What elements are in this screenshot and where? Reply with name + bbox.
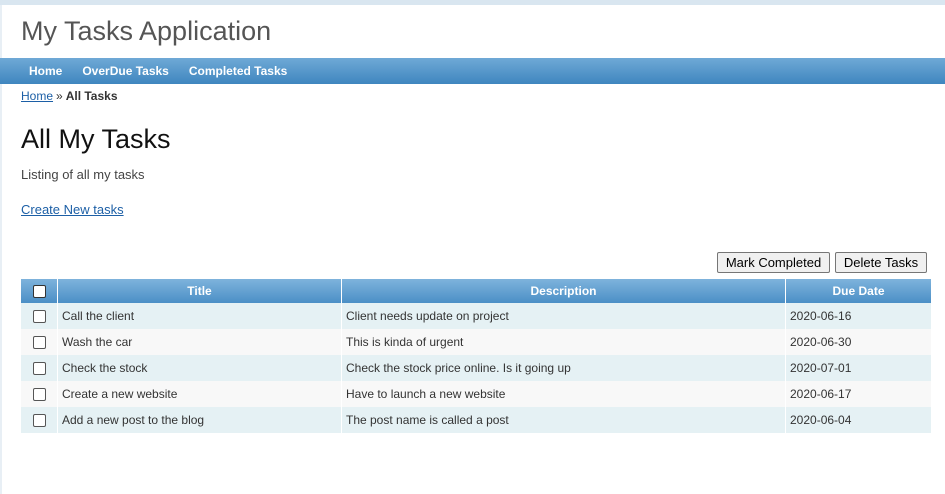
task-description: Have to launch a new website bbox=[341, 381, 786, 407]
create-new-tasks-link[interactable]: Create New tasks bbox=[21, 202, 124, 217]
task-due-date: 2020-06-30 bbox=[785, 329, 931, 355]
task-description: Client needs update on project bbox=[341, 303, 786, 329]
task-due-date: 2020-06-04 bbox=[785, 407, 931, 433]
task-title: Wash the car bbox=[57, 329, 342, 355]
row-select-cell bbox=[21, 355, 58, 381]
task-title: Create a new website bbox=[57, 381, 342, 407]
task-description: The post name is called a post bbox=[341, 407, 786, 433]
nav-item-home[interactable]: Home bbox=[29, 64, 62, 78]
task-due-date: 2020-06-17 bbox=[785, 381, 931, 407]
row-checkbox[interactable] bbox=[32, 414, 46, 428]
select-all-checkbox[interactable] bbox=[32, 285, 46, 299]
table-row: Create a new website Have to launch a ne… bbox=[21, 381, 931, 407]
breadcrumb-current: All Tasks bbox=[65, 89, 118, 103]
app-title: My Tasks Application bbox=[21, 16, 272, 46]
task-due-date: 2020-06-16 bbox=[785, 303, 931, 329]
row-checkbox[interactable] bbox=[32, 310, 46, 324]
row-select-cell bbox=[21, 407, 58, 433]
nav-item-overdue-tasks[interactable]: OverDue Tasks bbox=[82, 64, 169, 78]
row-checkbox[interactable] bbox=[32, 388, 46, 402]
top-strip bbox=[0, 0, 945, 5]
breadcrumb: Home» All Tasks bbox=[21, 89, 118, 103]
task-title: Add a new post to the blog bbox=[57, 407, 342, 433]
page-description: Listing of all my tasks bbox=[21, 167, 145, 182]
row-select-cell bbox=[21, 329, 58, 355]
table-row: Check the stock Check the stock price on… bbox=[21, 355, 931, 381]
row-select-cell bbox=[21, 303, 58, 329]
breadcrumb-home-link[interactable]: Home bbox=[21, 89, 53, 103]
row-select-cell bbox=[21, 381, 58, 407]
task-due-date: 2020-07-01 bbox=[785, 355, 931, 381]
header-select-all-cell bbox=[21, 279, 58, 303]
nav-item-completed-tasks[interactable]: Completed Tasks bbox=[189, 64, 287, 78]
page-title: All My Tasks bbox=[21, 124, 171, 154]
task-description: Check the stock price online. Is it goin… bbox=[341, 355, 786, 381]
table-row: Add a new post to the blog The post name… bbox=[21, 407, 931, 433]
header-due-date[interactable]: Due Date bbox=[785, 279, 931, 303]
row-checkbox[interactable] bbox=[32, 362, 46, 376]
task-title: Check the stock bbox=[57, 355, 342, 381]
table-row: Wash the car This is kinda of urgent 202… bbox=[21, 329, 931, 355]
delete-tasks-button[interactable]: Delete Tasks bbox=[835, 252, 927, 273]
tasks-table: Title Description Due Date Call the clie… bbox=[21, 279, 931, 433]
main-nav: Home OverDue Tasks Completed Tasks bbox=[0, 58, 945, 84]
breadcrumb-separator: » bbox=[56, 89, 63, 103]
table-row: Call the client Client needs update on p… bbox=[21, 303, 931, 329]
mark-completed-button[interactable]: Mark Completed bbox=[717, 252, 830, 273]
header-title[interactable]: Title bbox=[57, 279, 342, 303]
task-title: Call the client bbox=[57, 303, 342, 329]
row-checkbox[interactable] bbox=[32, 336, 46, 350]
header-description[interactable]: Description bbox=[341, 279, 786, 303]
task-description: This is kinda of urgent bbox=[341, 329, 786, 355]
table-header-row: Title Description Due Date bbox=[21, 279, 931, 303]
